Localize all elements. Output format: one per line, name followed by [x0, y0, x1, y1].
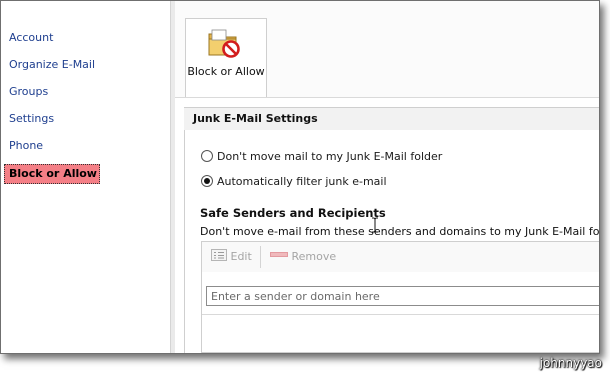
- edit-label: Edit: [230, 250, 252, 263]
- sidebar-item-block-or-allow[interactable]: Block or Allow: [4, 164, 100, 184]
- sidebar-item-settings[interactable]: Settings: [9, 110, 54, 128]
- sidebar: Account Organize E-Mail Groups Settings …: [1, 1, 169, 353]
- safe-senders-description: Don't move e-mail from these senders and…: [200, 225, 600, 238]
- safe-senders-list: Edit Remove: [201, 241, 599, 353]
- radio-dont-move-junk[interactable]: Don't move mail to my Junk E-Mail folder: [201, 149, 442, 165]
- window-frame: Account Organize E-Mail Groups Settings …: [0, 0, 600, 354]
- sidebar-item-phone[interactable]: Phone: [9, 137, 43, 155]
- toolbar-divider: [260, 246, 261, 268]
- block-or-allow-label: Block or Allow: [187, 65, 265, 78]
- safe-senders-toolbar: Edit Remove: [202, 242, 599, 272]
- sender-domain-input[interactable]: [206, 286, 599, 306]
- sidebar-item-groups[interactable]: Groups: [9, 83, 48, 101]
- safe-senders-title: Safe Senders and Recipients: [200, 206, 386, 220]
- remove-label: Remove: [291, 250, 337, 263]
- list-divider: [202, 314, 599, 315]
- junk-settings-header: Junk E-Mail Settings: [184, 107, 599, 131]
- block-or-allow-button[interactable]: Block or Allow: [185, 18, 267, 97]
- text-cursor-icon: [372, 217, 378, 233]
- ribbon: Block or Allow: [175, 1, 599, 98]
- sidebar-item-account[interactable]: Account: [9, 29, 53, 47]
- radio-label: Automatically filter junk e-mail: [217, 175, 387, 188]
- watermark: johnnyyao: [539, 356, 602, 370]
- radio-button-checked[interactable]: [201, 175, 213, 187]
- edit-button[interactable]: Edit: [211, 249, 252, 265]
- sidebar-item-organize-email[interactable]: Organize E-Mail: [9, 56, 95, 74]
- radio-label: Don't move mail to my Junk E-Mail folder: [217, 150, 443, 163]
- folder-block-icon: [206, 27, 242, 59]
- remove-icon: [270, 252, 288, 257]
- junk-settings-body: Don't move mail to my Junk E-Mail folder…: [184, 130, 599, 353]
- list-edit-icon: [211, 249, 227, 261]
- radio-button[interactable]: [201, 150, 213, 162]
- main-panel: Block or Allow Junk E-Mail Settings Don'…: [175, 1, 599, 353]
- remove-button[interactable]: Remove: [270, 249, 336, 265]
- radio-auto-filter-junk[interactable]: Automatically filter junk e-mail: [201, 174, 387, 190]
